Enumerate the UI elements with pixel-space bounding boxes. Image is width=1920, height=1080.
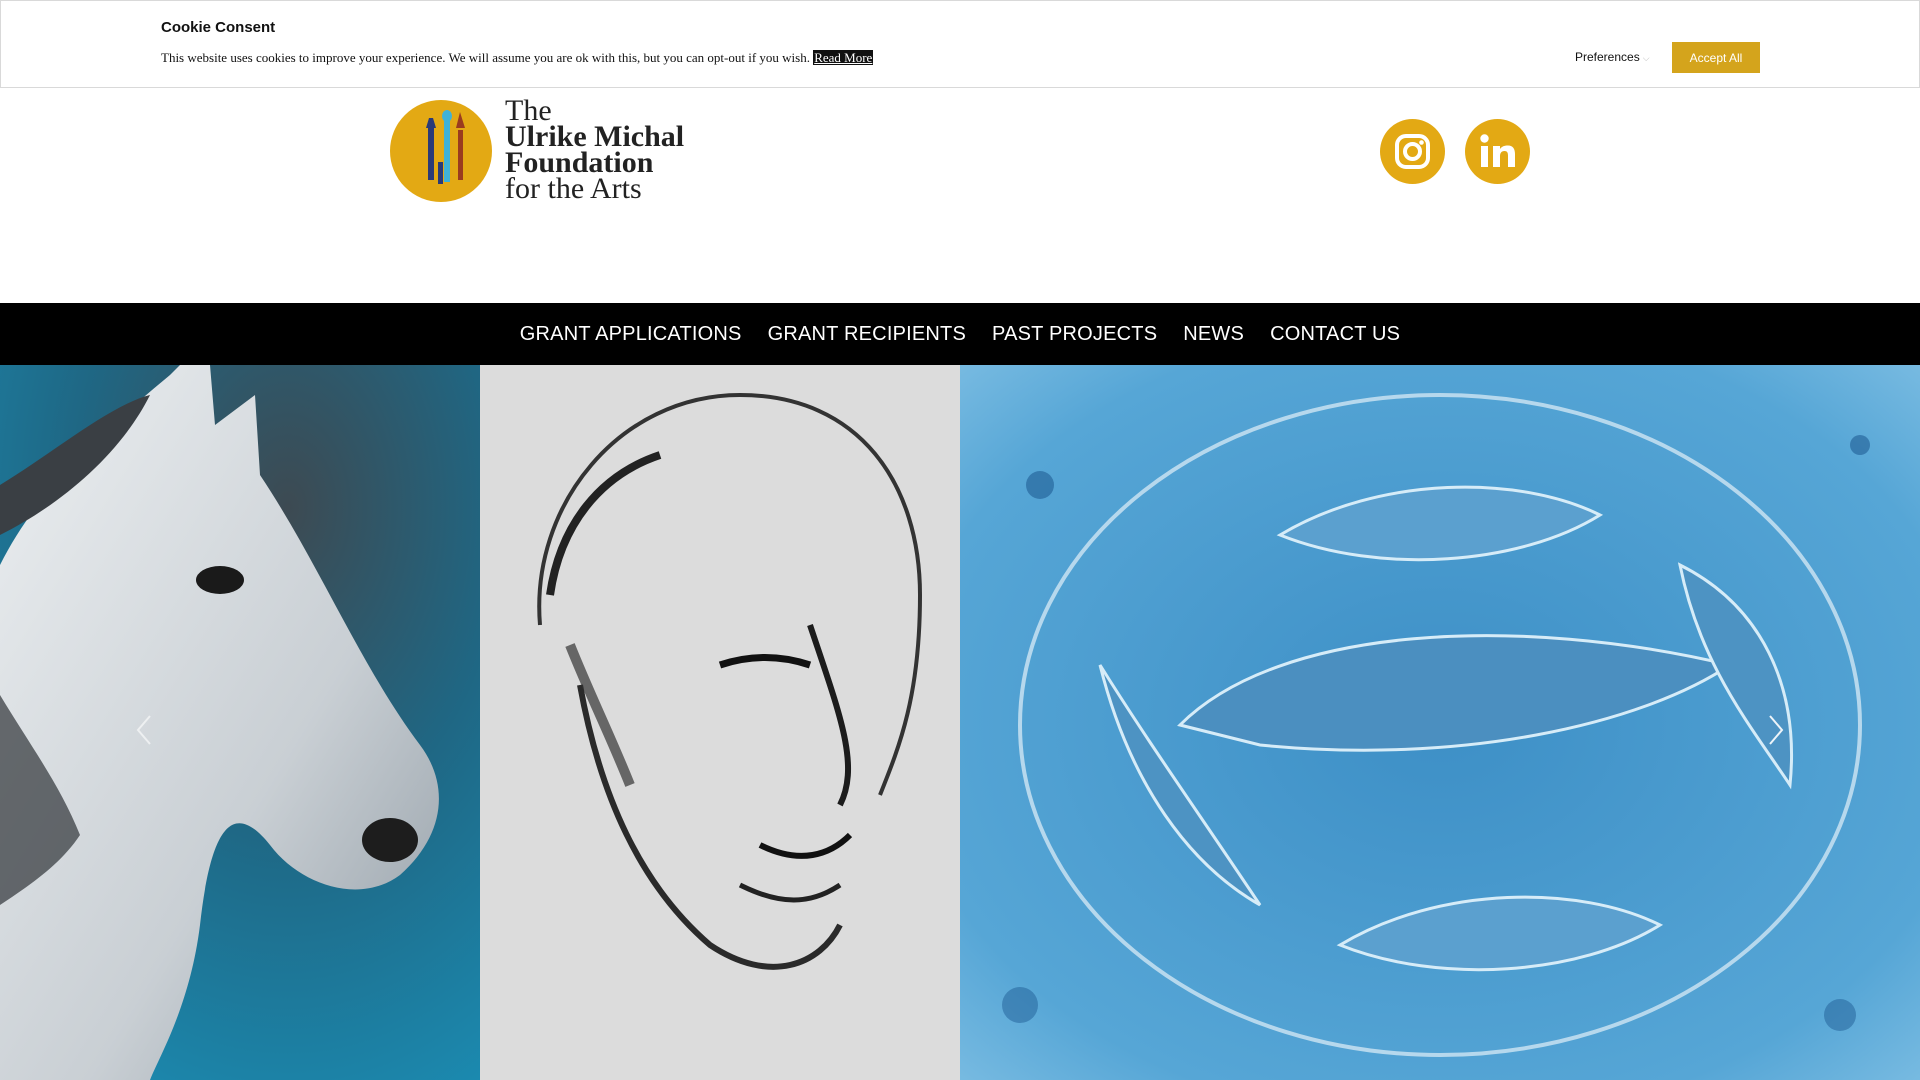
cookie-title: Cookie Consent [161, 19, 276, 36]
chevron-left-icon [136, 715, 151, 745]
cookie-message-text: This website uses cookies to improve you… [161, 50, 810, 65]
slider-prev-button[interactable] [128, 700, 158, 760]
logo-emblem-icon [390, 100, 492, 202]
slide-horse-painting [0, 365, 480, 1080]
main-nav: GRANT APPLICATIONS GRANT RECIPIENTS PAST… [0, 303, 1920, 365]
nav-item-past-projects[interactable]: PAST PROJECTS [992, 323, 1157, 346]
read-more-link[interactable]: Read More [813, 50, 874, 65]
site-logo[interactable]: The Ulrike Michal Foundation for the Art… [389, 96, 699, 208]
preferences-label: Preferences [1575, 50, 1640, 64]
slide-charcoal-sketch [480, 365, 960, 1080]
chevron-right-icon [1769, 715, 1784, 745]
cookie-message: This website uses cookies to improve you… [161, 50, 874, 66]
nav-item-grant-recipients[interactable]: GRANT RECIPIENTS [768, 323, 966, 346]
preferences-button[interactable]: Preferences ⌵ [1575, 50, 1650, 64]
slider-next-button[interactable] [1762, 700, 1792, 760]
nav-item-news[interactable]: NEWS [1183, 323, 1244, 346]
accept-all-button[interactable]: Accept All [1672, 42, 1760, 73]
instagram-icon [1395, 134, 1430, 169]
nav-item-contact-us[interactable]: CONTACT US [1270, 323, 1400, 346]
logo-line-arts: for the Arts [505, 172, 642, 205]
linkedin-button[interactable] [1465, 119, 1530, 184]
linkedin-icon [1480, 134, 1515, 167]
cookie-consent-bar: Cookie Consent This website uses cookies… [0, 0, 1920, 88]
logo-wordmark: The Ulrike Michal Foundation for the Art… [505, 96, 684, 205]
nav-item-grant-applications[interactable]: GRANT APPLICATIONS [520, 323, 742, 346]
image-slider [0, 365, 1920, 1080]
instagram-button[interactable] [1380, 119, 1445, 184]
chevron-down-icon: ⌵ [1642, 53, 1650, 63]
